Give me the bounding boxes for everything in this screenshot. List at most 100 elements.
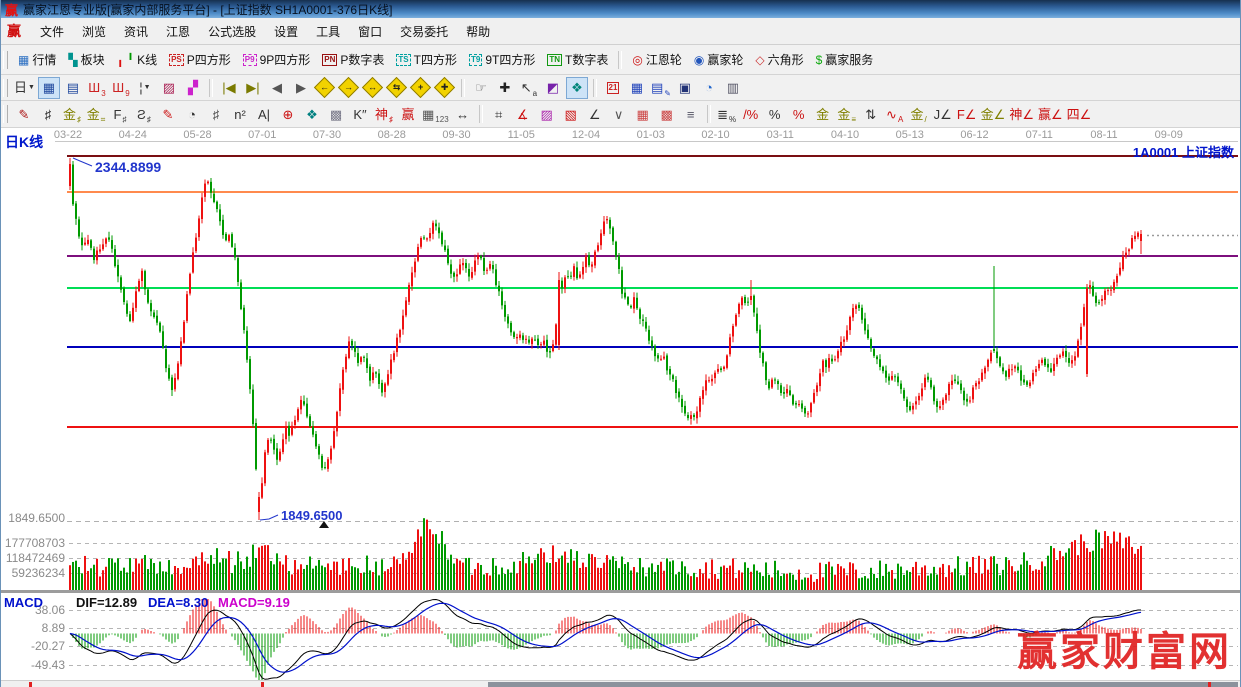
- menu-item-5[interactable]: 设置: [265, 19, 307, 44]
- gann-wheel-button[interactable]: ◎江恩轮: [626, 48, 688, 71]
- percent-tool[interactable]: %: [764, 103, 786, 125]
- fan-red-tool[interactable]: ∡: [512, 103, 534, 125]
- world-clock-button[interactable]: ◔: [698, 77, 720, 99]
- f-angle-tool[interactable]: F∠: [956, 103, 978, 125]
- color-histogram-button[interactable]: ▞: [182, 77, 204, 99]
- red-grid-tool-1[interactable]: ▦: [632, 103, 654, 125]
- win-angle-tool[interactable]: 赢∠: [1037, 103, 1064, 125]
- kline-button[interactable]: ╻╹K线: [111, 48, 163, 71]
- win-red-tool[interactable]: 赢: [397, 103, 419, 125]
- first-bar-button[interactable]: |◀: [218, 77, 240, 99]
- percent-red-tool[interactable]: %: [788, 103, 810, 125]
- 9p-square-button[interactable]: P99P四方形: [237, 48, 316, 71]
- percent-slash-tool[interactable]: /%: [740, 103, 762, 125]
- tangram-tool-button[interactable]: ◩: [542, 77, 564, 99]
- diamond-right-button[interactable]: →: [338, 77, 360, 99]
- next-bar-button[interactable]: ▶: [290, 77, 312, 99]
- knife-tool[interactable]: ✎: [13, 103, 35, 125]
- 9t-square-button[interactable]: T99T四方形: [463, 48, 541, 71]
- gold-slash-tool[interactable]: 金/: [908, 103, 930, 125]
- hash-tool[interactable]: ♯: [205, 103, 227, 125]
- h-span-tool[interactable]: ↔: [452, 103, 474, 125]
- menu-item-6[interactable]: 工具: [307, 19, 349, 44]
- menu-item-2[interactable]: 资讯: [115, 19, 157, 44]
- shen-grid-tool[interactable]: 神♯: [373, 103, 395, 125]
- pointer-a-tool-button[interactable]: ↖a: [518, 77, 540, 99]
- last-bar-button[interactable]: ▶|: [242, 77, 264, 99]
- crosshair-tool-button[interactable]: ✚: [494, 77, 516, 99]
- shen-angle-tool[interactable]: 神∠: [1008, 103, 1035, 125]
- gridline-tool[interactable]: ♯: [37, 103, 59, 125]
- pattern-view-button[interactable]: ▦: [38, 77, 60, 99]
- k-quote-tool[interactable]: K″: [349, 103, 371, 125]
- t-table-button[interactable]: TNT数字表: [541, 48, 614, 71]
- n-square-tool[interactable]: n²: [229, 103, 251, 125]
- calendar-21-button[interactable]: 21: [602, 77, 624, 99]
- p-square-button[interactable]: PSP四方形: [163, 48, 237, 71]
- h-scrollbar[interactable]: [1, 680, 1240, 687]
- h-scrollbar-thumb[interactable]: [488, 682, 1238, 687]
- a-wave-tool[interactable]: ∿A: [884, 103, 906, 125]
- toolbar-grip[interactable]: [3, 51, 8, 69]
- menu-item-7[interactable]: 窗口: [349, 19, 391, 44]
- chart-plot[interactable]: [67, 142, 1238, 590]
- si-angle-tool[interactable]: 四∠: [1066, 103, 1093, 125]
- menu-item-1[interactable]: 浏览: [73, 19, 115, 44]
- save-button[interactable]: ▣: [674, 77, 696, 99]
- diamond-hspan-button[interactable]: ↔: [362, 77, 384, 99]
- pattern-teal-button[interactable]: ❖: [566, 77, 588, 99]
- percent-table-tool[interactable]: ≣%: [716, 103, 738, 125]
- diamond-left-button[interactable]: ←: [314, 77, 336, 99]
- grid-plus-tool[interactable]: ⌗: [488, 103, 510, 125]
- p-table-button[interactable]: PNP数字表: [316, 48, 390, 71]
- a-bar-tool[interactable]: A|: [253, 103, 275, 125]
- j-angle-tool[interactable]: J∠: [932, 103, 954, 125]
- calculator-button[interactable]: ▦: [626, 77, 648, 99]
- shade-grid-tool[interactable]: ▩: [325, 103, 347, 125]
- angle-tool[interactable]: ∠: [584, 103, 606, 125]
- fan-box-tool-2[interactable]: ▧: [560, 103, 582, 125]
- t-square-button[interactable]: TST四方形: [390, 48, 463, 71]
- red-grid-tool-2[interactable]: ▩: [656, 103, 678, 125]
- prev-bar-button[interactable]: ◀: [266, 77, 288, 99]
- workstation-button[interactable]: ▥: [722, 77, 744, 99]
- period-selector[interactable]: 日▼: [13, 77, 36, 99]
- parallel-tool[interactable]: ≡: [680, 103, 702, 125]
- toolbar-grip[interactable]: [3, 79, 8, 97]
- sectors-button[interactable]: ▚板块: [62, 48, 110, 71]
- hexagon-button[interactable]: ◇六角形: [749, 48, 809, 71]
- macd-indicator-label[interactable]: MACD: [4, 595, 43, 610]
- teal-star-tool[interactable]: ❖: [301, 103, 323, 125]
- menu-item-9[interactable]: 帮助: [457, 19, 499, 44]
- report-view-button[interactable]: ▤: [62, 77, 84, 99]
- diamond-expand-button[interactable]: +: [410, 77, 432, 99]
- time-circle-tool[interactable]: ◔: [181, 103, 203, 125]
- red-knife-tool[interactable]: ✎: [157, 103, 179, 125]
- pane-splitter[interactable]: [1, 590, 1240, 593]
- fan-box-tool-1[interactable]: ▨: [536, 103, 558, 125]
- vee-tool[interactable]: ∨: [608, 103, 630, 125]
- menu-item-3[interactable]: 江恩: [157, 19, 199, 44]
- winner-wheel-button[interactable]: ◉赢家轮: [688, 48, 750, 71]
- quote-button[interactable]: ▦行情: [12, 48, 62, 71]
- menu-item-4[interactable]: 公式选股: [199, 19, 265, 44]
- gold-grid-tool-1[interactable]: 金♯: [61, 103, 83, 125]
- diamond-swap-button[interactable]: ⇆: [386, 77, 408, 99]
- toolbar-grip[interactable]: [3, 105, 8, 123]
- f-grid-tool[interactable]: F♯: [109, 103, 131, 125]
- menu-item-0[interactable]: 文件: [31, 19, 73, 44]
- grid-123-tool[interactable]: ▦123: [421, 103, 450, 125]
- circle-cross-tool[interactable]: ⊕: [277, 103, 299, 125]
- pattern-red-button[interactable]: ▨: [158, 77, 180, 99]
- menu-item-8[interactable]: 交易委托: [391, 19, 457, 44]
- gold-circle-tool[interactable]: 金: [812, 103, 834, 125]
- hand-tool-button[interactable]: ☞: [470, 77, 492, 99]
- notes-button[interactable]: ▤✎: [650, 77, 672, 99]
- winner-service-button[interactable]: $赢家服务: [810, 48, 880, 71]
- bars-3-button[interactable]: Ш3: [86, 77, 108, 99]
- bars-9-button[interactable]: Ш9: [110, 77, 132, 99]
- candle-style-selector[interactable]: ¦▼: [134, 77, 156, 99]
- s-grid-tool[interactable]: Ƨ♯: [133, 103, 155, 125]
- swap-brush-tool[interactable]: ⇅: [860, 103, 882, 125]
- panel-period-label[interactable]: 日K线: [5, 132, 43, 152]
